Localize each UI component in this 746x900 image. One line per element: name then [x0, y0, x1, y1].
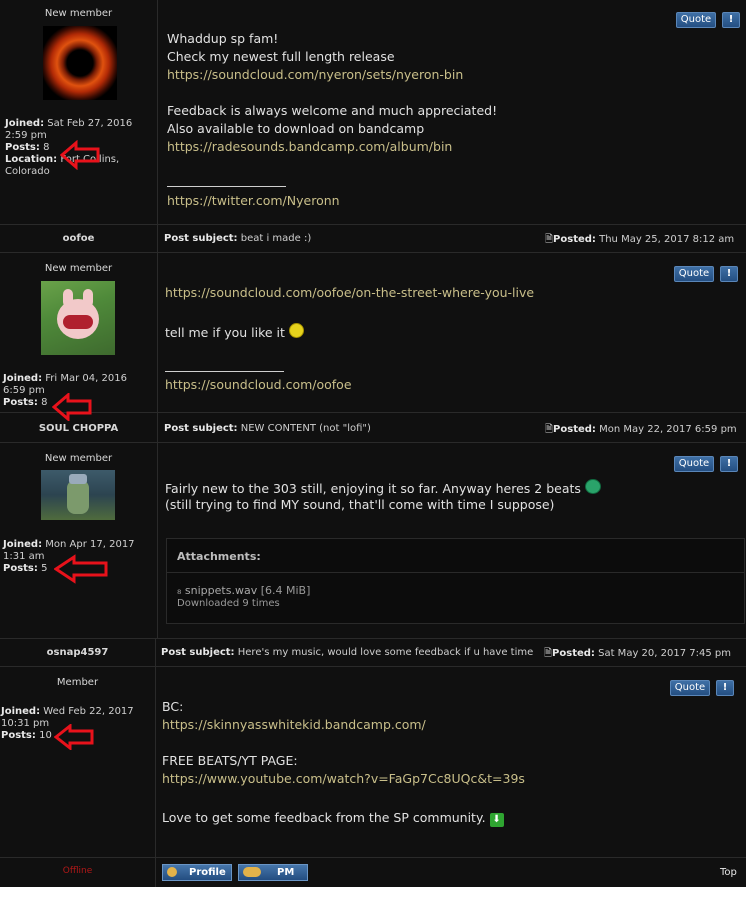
top-link[interactable]: Top	[720, 867, 737, 878]
joined-info: Joined: Mon Apr 17, 2017	[3, 539, 135, 550]
signature-link[interactable]: https://soundcloud.com/oofoe	[165, 377, 352, 392]
forum-thread: New member Joined: Sat Feb 27, 2016 2:59…	[0, 0, 746, 887]
red-arrow-icon	[54, 554, 108, 584]
username[interactable]: osnap4597	[0, 647, 155, 658]
signature-link[interactable]: https://twitter.com/Nyeronn	[167, 193, 340, 208]
posts-count: Posts: 5	[3, 563, 48, 574]
report-button[interactable]: !	[716, 680, 734, 696]
quote-button[interactable]: Quote	[670, 680, 710, 696]
user-rank: New member	[44, 8, 113, 19]
post-subject: Post subject: Here's my music, would lov…	[161, 647, 534, 658]
post-link[interactable]: https://skinnyasswhitekid.bandcamp.com/	[162, 717, 426, 732]
post-date: 🗎Posted: Mon May 22, 2017 6:59 pm	[545, 424, 737, 435]
quote-button[interactable]: Quote	[674, 266, 714, 282]
post-text: Also available to download on bandcamp	[167, 121, 425, 136]
post-text: FREE BEATS/YT PAGE:	[162, 753, 298, 768]
posts-count: Posts: 8	[3, 397, 48, 408]
smile-icon	[288, 323, 304, 338]
post-icon[interactable]: 🗎	[545, 424, 553, 435]
attachment-file[interactable]: ₈ snippets.wav [6.4 MiB]	[177, 584, 310, 597]
post-link[interactable]: https://soundcloud.com/oofoe/on-the-stre…	[165, 285, 534, 300]
report-button[interactable]: !	[720, 266, 738, 282]
avatar[interactable]	[43, 26, 117, 100]
joined-time: 6:59 pm	[3, 385, 45, 396]
user-icon	[167, 867, 177, 877]
row-divider	[0, 442, 746, 443]
online-status: Offline	[62, 866, 93, 876]
red-arrow-icon	[54, 724, 94, 750]
post-icon[interactable]: 🗎	[545, 234, 553, 245]
avatar[interactable]	[41, 281, 115, 355]
avatar[interactable]	[41, 470, 115, 520]
row-divider	[0, 252, 746, 253]
pm-button[interactable]: PM	[238, 864, 308, 881]
profile-button[interactable]: Profile	[162, 864, 232, 881]
row-divider	[0, 666, 746, 667]
joined-info: Joined: Wed Feb 22, 2017	[1, 706, 134, 717]
joined-time: 2:59 pm	[5, 130, 47, 141]
column-divider	[157, 0, 158, 638]
post-icon[interactable]: 🗎	[544, 648, 552, 659]
post-date: 🗎Posted: Thu May 25, 2017 8:12 am	[545, 234, 735, 245]
posts-count: Posts: 10	[1, 730, 52, 741]
signature-divider	[165, 371, 284, 372]
attachments-title: Attachments:	[177, 550, 261, 563]
username[interactable]: oofoe	[0, 233, 157, 244]
post-link[interactable]: https://soundcloud.com/nyeron/sets/nyero…	[167, 67, 463, 82]
joined-time: 1:31 am	[3, 551, 45, 562]
download-count: Downloaded 9 times	[177, 598, 280, 609]
location-info-cont: Colorado	[5, 166, 50, 177]
row-divider	[0, 224, 746, 225]
attachments-box: Attachments: ₈ snippets.wav [6.4 MiB] Do…	[166, 538, 745, 624]
posts-count: Posts: 8	[5, 142, 50, 153]
quote-button[interactable]: Quote	[676, 12, 716, 28]
username[interactable]: SOUL CHOPPA	[0, 423, 157, 434]
post-text: Fairly new to the 303 still, enjoying it…	[165, 479, 601, 496]
post-text: Love to get some feedback from the SP co…	[162, 810, 504, 827]
post-subject: Post subject: beat i made :)	[164, 233, 312, 244]
user-rank: Member	[56, 677, 99, 688]
post-text: (still trying to find MY sound, that'll …	[165, 497, 555, 512]
joined-time: 10:31 pm	[1, 718, 50, 729]
post-text: tell me if you like it	[165, 323, 304, 340]
report-button[interactable]: !	[722, 12, 740, 28]
report-button[interactable]: !	[720, 456, 738, 472]
row-divider	[0, 412, 746, 413]
row-divider	[0, 638, 746, 639]
users-icon	[243, 867, 261, 877]
post-link[interactable]: https://radesounds.bandcamp.com/album/bi…	[167, 139, 452, 154]
red-arrow-icon	[60, 140, 100, 170]
signature-divider	[167, 186, 286, 187]
grin-icon	[584, 479, 601, 494]
paperclip-icon: ₈	[177, 584, 182, 597]
post-date: 🗎Posted: Sat May 20, 2017 7:45 pm	[544, 648, 731, 659]
post-subject: Post subject: NEW CONTENT (not "lofi")	[164, 423, 371, 434]
user-rank: New member	[44, 263, 113, 274]
post-text: Whaddup sp fam!	[167, 31, 279, 46]
attachments-divider	[167, 572, 744, 573]
column-divider	[155, 638, 156, 887]
user-rank: New member	[44, 453, 113, 464]
post-link[interactable]: https://www.youtube.com/watch?v=FaGp7Cc8…	[162, 771, 525, 786]
quote-button[interactable]: Quote	[674, 456, 714, 472]
row-divider	[0, 857, 746, 858]
down-arrow-icon: ⬇	[489, 813, 504, 827]
post-text: Feedback is always welcome and much appr…	[167, 103, 498, 118]
post-text: Check my newest full length release	[167, 49, 395, 64]
post-text: BC:	[162, 699, 184, 714]
joined-info: Joined: Fri Mar 04, 2016	[3, 373, 127, 384]
joined-info: Joined: Sat Feb 27, 2016	[5, 118, 133, 129]
red-arrow-icon	[52, 393, 92, 421]
